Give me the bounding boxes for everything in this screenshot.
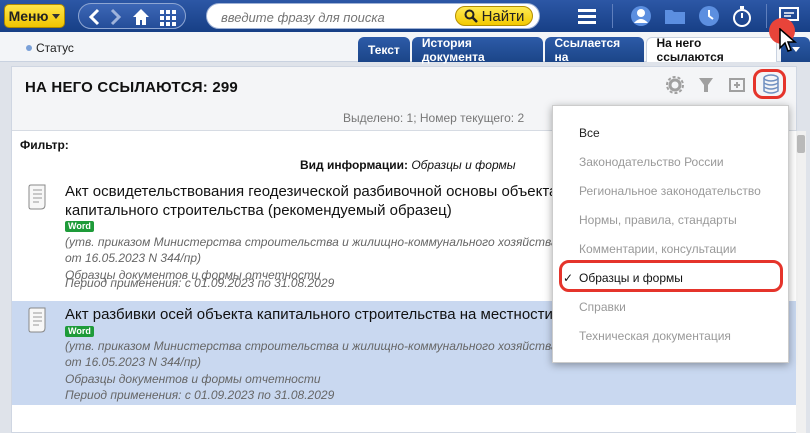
search-icon [464,9,478,23]
dropdown-item-comments[interactable]: Комментарии, консультации [579,242,736,256]
tab-label: Ссылается на [554,35,621,64]
grid-menu-icon[interactable] [159,7,177,27]
tab-text[interactable]: Текст [358,37,410,62]
search-box: Найти [206,3,540,29]
dropdown-item-references[interactable]: Справки [579,300,626,314]
export-document-icon[interactable] [727,75,747,95]
document-title[interactable]: Акт освидетельствования геодезической ра… [65,182,585,220]
tab-referenced-by[interactable]: На него ссылаются [645,36,778,64]
selection-info: Выделено: 1; Номер текущего: 2 [343,111,525,125]
toolbar-divider [612,4,613,28]
status-label: Статус [36,41,74,55]
document-approval: (утв. приказом Министерства строительств… [65,339,579,369]
tab-label: История документа [421,35,485,64]
tab-label: Текст [368,42,400,57]
document-period: Период применения: с 01.09.2023 по 31.08… [65,388,335,402]
dropdown-item-technical-docs[interactable]: Техническая документация [579,329,731,343]
forward-arrow-icon[interactable] [109,7,123,27]
word-format-badge[interactable]: Word [65,326,94,337]
mouse-cursor-icon [779,28,797,52]
selected-item-highlight [559,260,783,292]
hamburger-menu-icon[interactable] [577,6,597,26]
info-dot-icon [26,45,32,51]
navigation-group [78,3,186,29]
dropdown-item-russian-legislation[interactable]: Законодательство России [579,155,724,169]
settings-gear-icon[interactable] [665,75,685,95]
dropdown-item-regional-legislation[interactable]: Региональное законодательство [579,184,761,198]
document-approval: (утв. приказом Министерства строительств… [65,235,579,265]
stopwatch-icon[interactable] [731,5,753,27]
page-title: НА НЕГО ССЫЛАЮТСЯ: 299 [25,79,238,96]
info-type-value: Образцы и формы [411,158,516,172]
document-category: Образцы документов и формы отчетности [65,372,321,386]
dropdown-item-norms-standards[interactable]: Нормы, правила, стандарты [579,213,737,227]
top-toolbar: Меню Найти [0,0,810,32]
scrollbar-thumb[interactable] [797,135,805,153]
chevron-down-icon [52,13,61,19]
scrollbar[interactable] [796,131,806,433]
toolbar-divider [766,4,767,28]
dropdown-item-all[interactable]: Все [579,126,600,140]
find-button-label: Найти [481,7,525,25]
status-button[interactable]: Статус [25,41,74,55]
user-profile-icon[interactable] [630,5,652,27]
folder-icon[interactable] [664,6,686,26]
tab-label: На него ссылаются [656,36,724,64]
database-icon-highlight [753,69,786,99]
history-clock-icon[interactable] [698,5,720,27]
back-arrow-icon[interactable] [87,7,101,27]
document-tabs-bar: Статус Текст История документа Ссылается… [0,32,810,64]
info-type-dropdown: Все Законодательство России Региональное… [552,105,789,363]
document-scroll-icon [28,184,46,210]
search-input[interactable] [221,8,451,26]
filter-funnel-icon[interactable] [696,75,716,95]
menu-button-label: Меню [8,8,49,24]
tab-document-history[interactable]: История документа [411,35,543,64]
document-period: Период применения: с 01.09.2023 по 31.08… [65,276,335,290]
info-type-label: Вид информации: [300,158,408,172]
menu-button[interactable]: Меню [4,4,65,28]
info-type-line: Вид информации: Образцы и формы [300,158,516,172]
tab-list: Текст История документа Ссылается на На … [358,35,810,64]
document-scroll-icon [28,307,46,333]
word-format-badge[interactable]: Word [65,221,94,232]
find-button[interactable]: Найти [455,6,533,26]
tab-references[interactable]: Ссылается на [544,35,644,64]
filter-label: Фильтр: [20,138,69,152]
home-icon[interactable] [131,7,151,27]
